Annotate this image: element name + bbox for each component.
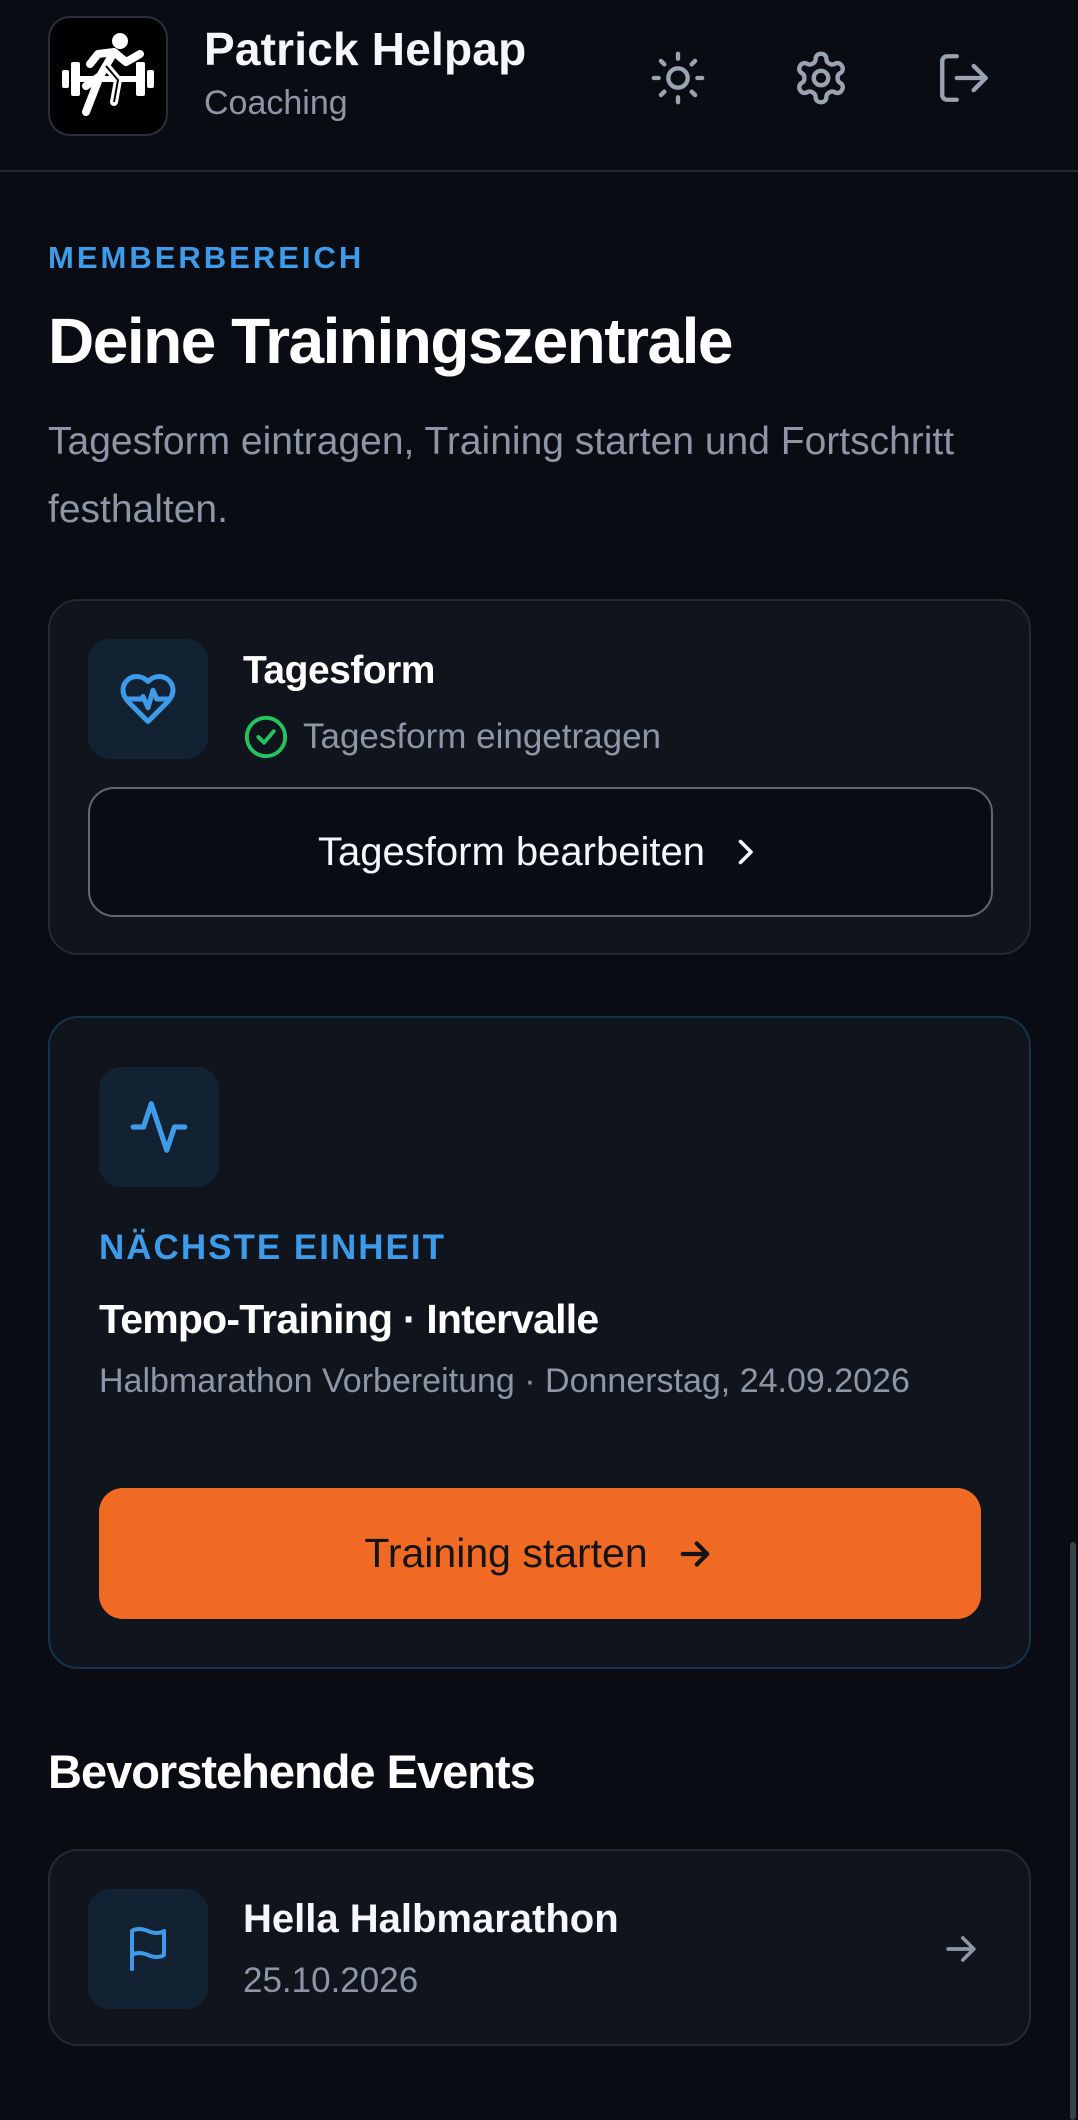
next-unit-eyebrow: NÄCHSTE EINHEIT [99, 1228, 446, 1267]
arrow-right-icon [680, 1540, 710, 1567]
brand-subtitle: Coaching [204, 84, 348, 122]
logout-button[interactable] [926, 40, 1002, 116]
chevron-right-icon [738, 839, 753, 865]
sun-icon [651, 51, 705, 105]
event-list-item[interactable]: Hella Halbmarathon 25.10.2026 [48, 1849, 1031, 2046]
gear-icon [797, 51, 845, 105]
runner-barbell-logo-icon [62, 33, 154, 116]
event-icon-tile [88, 1889, 208, 2009]
tagesform-status: Tagesform eingetragen [243, 713, 661, 761]
settings-button[interactable] [783, 40, 859, 116]
next-unit-meta: Halbmarathon Vorbereitung · Donnerstag, … [99, 1362, 910, 1400]
check-circle-icon [244, 715, 288, 759]
next-unit-title: Tempo-Training · Intervalle [99, 1296, 599, 1342]
start-training-button[interactable]: Training starten [99, 1488, 981, 1619]
activity-icon [130, 1101, 188, 1153]
next-unit-card: NÄCHSTE EINHEIT Tempo-Training · Interva… [48, 1016, 1031, 1669]
top-header: Patrick Helpap Coaching [0, 0, 1078, 172]
flag-icon [130, 1927, 166, 1971]
logout-icon [940, 54, 988, 102]
page-title: Deine Trainingszentrale [48, 305, 733, 377]
tagesform-edit-label: Tagesform bearbeiten [318, 829, 705, 874]
app-root: Patrick Helpap Coaching MEMBERBEREICH De… [0, 0, 1078, 2120]
brand-name: Patrick Helpap [204, 23, 527, 75]
tagesform-card: Tagesform Tagesform eingetragen Tagesfor… [48, 599, 1031, 955]
events-heading: Bevorstehende Events [48, 1745, 536, 1798]
arrow-right-icon [946, 1936, 976, 1962]
event-name: Hella Halbmarathon [243, 1897, 619, 1941]
event-open-arrow[interactable] [931, 1919, 991, 1979]
brand-logo[interactable] [48, 16, 168, 136]
theme-toggle-button[interactable] [640, 40, 716, 116]
heart-pulse-icon [120, 674, 176, 724]
tagesform-title: Tagesform [243, 649, 436, 692]
tagesform-icon-tile [88, 639, 208, 759]
next-unit-icon-tile [99, 1067, 219, 1187]
start-training-label: Training starten [364, 1530, 648, 1576]
section-eyebrow: MEMBERBEREICH [48, 240, 365, 275]
tagesform-edit-button[interactable]: Tagesform bearbeiten [88, 787, 993, 917]
event-date: 25.10.2026 [243, 1961, 419, 2000]
page-scrollbar[interactable] [1070, 1542, 1076, 2120]
tagesform-status-text: Tagesform eingetragen [303, 717, 661, 756]
page-subtitle: Tagesform eintragen, Training starten un… [48, 420, 955, 531]
